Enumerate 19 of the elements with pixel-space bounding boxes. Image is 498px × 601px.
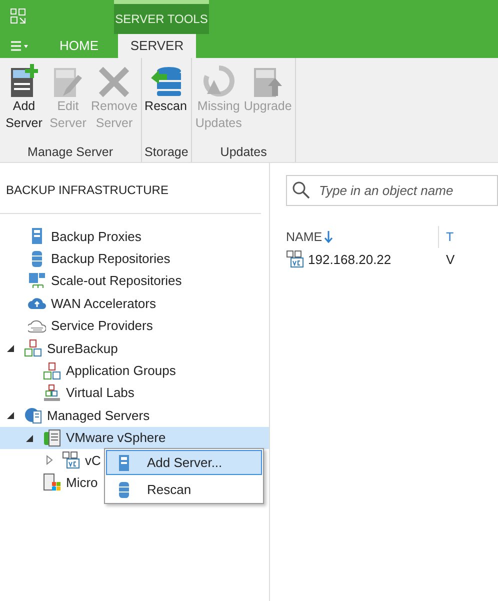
ribbon-group-label: Storage [144, 145, 188, 161]
tree-item-label: SureBackup [47, 340, 118, 356]
panel-title: BACKUP INFRASTRUCTURE [0, 163, 261, 214]
tree-item-label: Service Providers [51, 318, 153, 334]
table-cell: 192.168.20.22 [286, 250, 438, 268]
tree-item-label: Micro [66, 474, 98, 490]
tree-item-label: Application Groups [66, 363, 176, 378]
tree-item-label: WAN Accelerators [51, 296, 156, 311]
tree-item-label: VMware vSphere [66, 430, 166, 446]
tree-item-label: vC [85, 452, 101, 468]
tree-item-label: Scale-out Repositories [51, 273, 182, 288]
tree-item-label: Backup Proxies [51, 228, 142, 244]
ribbon-group-label: Manage Server [26, 145, 114, 161]
tree-item-label: Virtual Labs [66, 385, 134, 400]
ribbon-group-label: Updates [219, 145, 268, 161]
context-tab-header: SERVER TOOLS [114, 0, 209, 34]
tree-item-label: Backup Repositories [51, 251, 170, 266]
table-cell-text: V [445, 252, 456, 266]
tree-item-label: Managed Servers [47, 408, 150, 423]
